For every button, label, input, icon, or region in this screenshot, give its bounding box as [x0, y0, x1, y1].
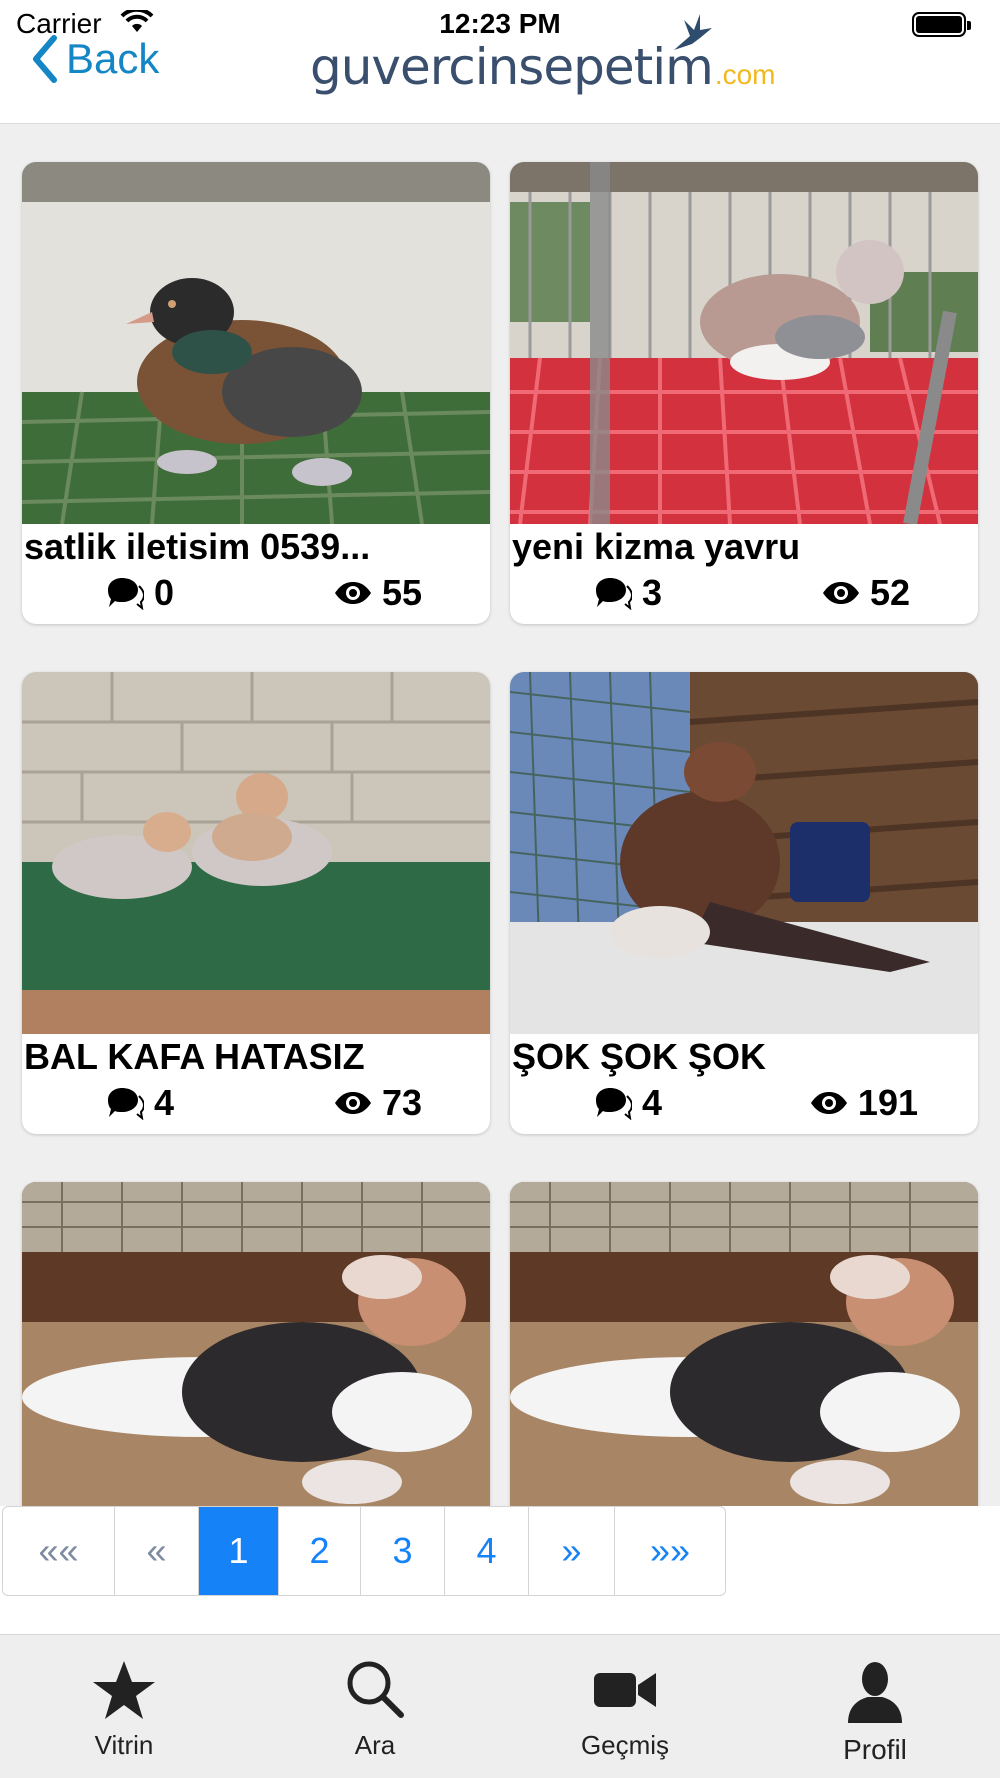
video-camera-icon — [594, 1673, 656, 1707]
eye-icon — [334, 582, 371, 604]
star-icon — [93, 1661, 155, 1719]
page-button-3[interactable]: 3 — [361, 1507, 445, 1595]
eye-icon — [334, 1092, 371, 1114]
listing-card[interactable] — [510, 1182, 978, 1506]
pigeon-photo — [510, 162, 978, 524]
view-count-value: 191 — [857, 1082, 918, 1123]
tab-ara[interactable]: Ara — [305, 1659, 445, 1761]
page-button-4[interactable]: 4 — [445, 1507, 529, 1595]
listing-card[interactable]: ŞOK ŞOK ŞOK 4 191 — [510, 672, 978, 1134]
comment-icon — [108, 578, 144, 610]
tab-label: Profil — [843, 1734, 907, 1765]
listing-card[interactable]: yeni kizma yavru 3 52 — [510, 162, 978, 624]
last-page-button[interactable]: »» — [615, 1507, 725, 1595]
view-count: 55 — [334, 572, 422, 614]
comment-icon — [108, 1088, 144, 1120]
page-button-2[interactable]: 2 — [279, 1507, 361, 1595]
site-logo: guvercinsepetim .com — [310, 14, 776, 98]
pagination: «« « 1 2 3 4 » »» — [2, 1506, 726, 1596]
logo-text: guvercinsepetim — [310, 38, 714, 96]
listing-card[interactable]: satlik iletisim 0539... 0 55 — [22, 162, 490, 624]
eye-icon — [822, 582, 859, 604]
comment-count: 3 — [596, 572, 662, 614]
pigeon-photo — [22, 162, 490, 524]
pigeon-photo — [22, 672, 490, 1034]
comment-count: 4 — [108, 1082, 174, 1124]
pigeon-photo — [510, 1182, 978, 1506]
comment-count-value: 4 — [642, 1082, 663, 1123]
listing-stats: 3 52 — [510, 568, 978, 624]
tab-bar: Vitrin Ara Geçmiş Profil — [0, 1634, 1000, 1778]
comment-count: 0 — [108, 572, 174, 614]
comment-icon — [596, 578, 632, 610]
tab-vitrin[interactable]: Vitrin — [54, 1659, 194, 1761]
search-icon — [347, 1661, 404, 1718]
tab-label: Geçmiş — [580, 1730, 670, 1760]
view-count-value: 52 — [869, 572, 910, 613]
previous-page-button[interactable]: « — [115, 1507, 199, 1595]
listing-title: BAL KAFA HATASIZ — [24, 1036, 365, 1077]
view-count-value: 73 — [381, 1082, 422, 1123]
bird-logo-icon — [674, 14, 712, 50]
tab-profil[interactable]: Profil — [805, 1659, 945, 1766]
back-label: Back — [66, 35, 160, 82]
pigeon-photo — [22, 1182, 490, 1506]
comment-count-value: 3 — [642, 572, 663, 613]
tab-gecmis[interactable]: Geçmiş — [555, 1659, 695, 1761]
chevron-left-icon — [33, 35, 57, 83]
logo-tld: .com — [714, 59, 776, 90]
eye-icon — [810, 1092, 847, 1114]
user-icon — [848, 1662, 902, 1723]
view-count: 191 — [810, 1082, 918, 1124]
listing-title: satlik iletisim 0539... — [24, 526, 371, 567]
view-count-value: 55 — [381, 572, 422, 613]
comment-count-value: 4 — [154, 1082, 175, 1123]
battery-icon — [912, 12, 971, 37]
back-button[interactable]: Back — [30, 34, 159, 84]
listing-grid: satlik iletisim 0539... 0 55 yeni kizma … — [0, 124, 1000, 1506]
navigation-bar: Carrier 12:23 PM Back guvercinsepetim .c… — [0, 0, 1000, 124]
comment-count: 4 — [596, 1082, 662, 1124]
pigeon-photo — [510, 672, 978, 1034]
listing-card[interactable] — [22, 1182, 490, 1506]
view-count: 73 — [334, 1082, 422, 1124]
tab-label: Vitrin — [94, 1730, 154, 1760]
first-page-button[interactable]: «« — [3, 1507, 115, 1595]
page-button-1[interactable]: 1 — [199, 1507, 279, 1595]
listing-stats: 0 55 — [22, 568, 490, 624]
next-page-button[interactable]: » — [529, 1507, 615, 1595]
listing-card[interactable]: BAL KAFA HATASIZ 4 73 — [22, 672, 490, 1134]
comment-count-value: 0 — [154, 572, 175, 613]
tab-label: Ara — [354, 1730, 396, 1760]
listing-title: yeni kizma yavru — [512, 526, 801, 567]
pagination-bar: «« « 1 2 3 4 » »» — [0, 1506, 1000, 1634]
view-count: 52 — [822, 572, 910, 614]
listing-stats: 4 191 — [510, 1078, 978, 1134]
comment-icon — [596, 1088, 632, 1120]
listing-title: ŞOK ŞOK ŞOK — [512, 1036, 767, 1077]
listing-stats: 4 73 — [22, 1078, 490, 1134]
